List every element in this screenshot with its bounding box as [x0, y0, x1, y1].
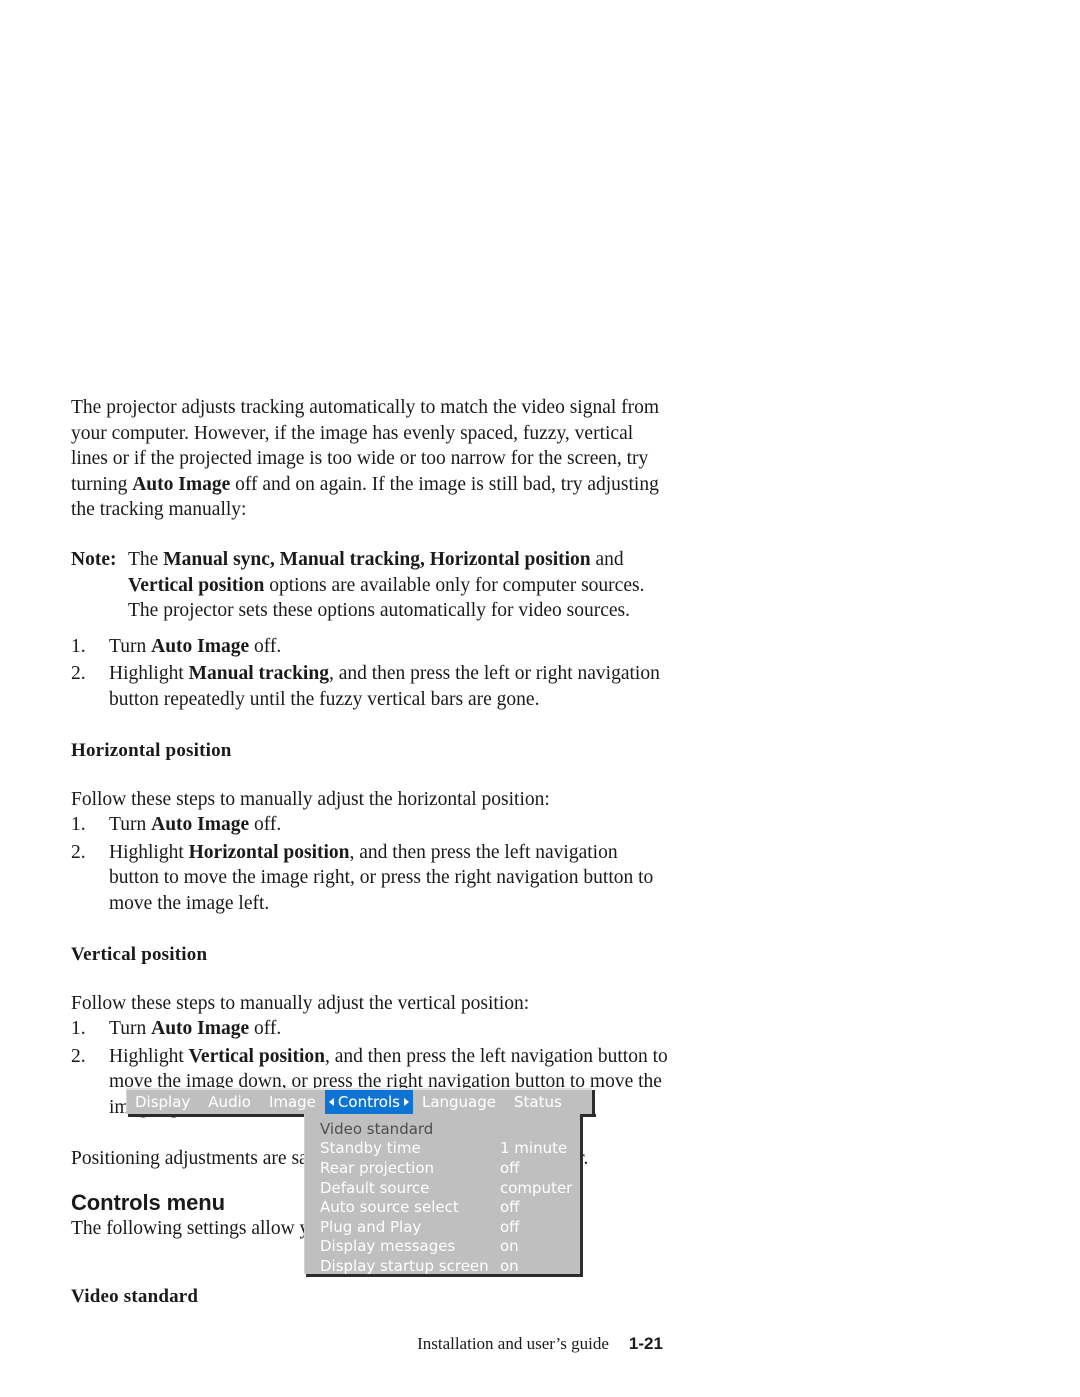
list-item: 1. Turn Auto Image off. [71, 812, 671, 838]
menu-item-label: Auto source select [320, 1198, 459, 1217]
page-number: 1-21 [628, 1334, 663, 1353]
osd-menu-bar: Display Audio Image Controls Language St… [126, 1088, 592, 1114]
step-number: 1. [71, 635, 86, 657]
step-text-post: off. [249, 814, 282, 836]
menu-item-label: Standby time [320, 1139, 421, 1158]
step-text-post: off. [249, 1018, 282, 1040]
panel-shadow-right [580, 1116, 583, 1277]
step-number: 1. [71, 814, 86, 836]
tab-language[interactable]: Language [413, 1090, 505, 1114]
step-text-pre: Highlight [109, 841, 189, 863]
intro-bold-auto-image: Auto Image [132, 473, 231, 495]
step-number: 2. [71, 1045, 86, 1067]
heading-video-standard: Video standard [71, 1286, 199, 1307]
tab-image[interactable]: Image [260, 1090, 325, 1114]
step-text-pre: Turn [109, 1018, 152, 1040]
menu-item-value: computer [500, 1178, 573, 1197]
note-label: Note: [71, 548, 117, 570]
menu-item-video-standard[interactable]: Video standard [305, 1119, 580, 1139]
menu-item-label: Display messages [320, 1237, 456, 1256]
step-number: 1. [71, 1018, 86, 1040]
right-triangle-icon [403, 1098, 409, 1106]
controls-menu-panel: Video standard Standby time 1 minute Rea… [304, 1114, 580, 1276]
horizontal-intro: Follow these steps to manually adjust th… [71, 788, 550, 810]
menu-item-rear-projection[interactable]: Rear projection off [305, 1158, 580, 1178]
step-bold: Auto Image [151, 1018, 250, 1040]
page-footer: Installation and user’s guide 1-21 [0, 1334, 1080, 1354]
horizontal-steps-list: 1. Turn Auto Image off. 2. Highlight Horiz… [71, 812, 671, 916]
tab-display[interactable]: Display [127, 1090, 199, 1114]
menu-item-label: Plug and Play [320, 1217, 422, 1236]
step-number: 2. [71, 663, 86, 685]
note-text-part1: The [128, 548, 164, 570]
menu-bar-shadow-right [592, 1090, 595, 1117]
menu-item-display-messages[interactable]: Display messages on [305, 1237, 580, 1257]
step-text-pre: Turn [109, 814, 152, 836]
step-bold: Vertical position [188, 1045, 325, 1067]
list-item: 2. Highlight Horizontal position, and the… [71, 840, 671, 917]
step-text-pre: Highlight [109, 663, 189, 685]
menu-item-value: off [500, 1217, 520, 1236]
menu-item-value: off [500, 1158, 520, 1177]
menu-item-label: Video standard [320, 1119, 434, 1138]
menu-item-auto-source-select[interactable]: Auto source select off [305, 1197, 580, 1217]
heading-horizontal-position: Horizontal position [71, 739, 232, 761]
step-text-pre: Highlight [109, 1045, 189, 1067]
note-block: Note: The Manual sync, Manual tracking, H… [71, 547, 671, 624]
note-text-part2: and [590, 548, 624, 570]
heading-vertical-position: Vertical position [71, 943, 208, 965]
tab-controls[interactable]: Controls [324, 1090, 413, 1114]
tab-controls-label: Controls [337, 1093, 400, 1111]
step-bold: Auto Image [151, 814, 250, 836]
menu-item-standby-time[interactable]: Standby time 1 minute [305, 1139, 580, 1159]
menu-item-label: Display startup screen [320, 1256, 489, 1275]
step-text-post: off. [249, 635, 282, 657]
intro-paragraph: The projector adjusts tracking automatic… [71, 395, 671, 523]
step-number: 2. [71, 841, 86, 863]
menu-item-label: Default source [320, 1178, 430, 1197]
tracking-steps-list: 1. Turn Auto Image off. 2. Highlight Manua… [71, 634, 671, 713]
step-bold: Manual tracking [188, 663, 329, 685]
menu-item-value: 1 minute [500, 1139, 568, 1158]
menu-item-value: on [500, 1237, 519, 1256]
document-page: The projector adjusts tracking automatic… [0, 0, 1080, 1397]
step-text-pre: Turn [109, 635, 152, 657]
note-bold-options-1: Manual sync, Manual tracking, Horizontal… [163, 548, 591, 570]
step-bold: Auto Image [151, 635, 250, 657]
vertical-intro: Follow these steps to manually adjust th… [71, 992, 530, 1014]
list-item: 1. Turn Auto Image off. [71, 634, 671, 660]
projector-osd-screenshot: Display Audio Image Controls Language St… [126, 1088, 596, 1278]
tab-status[interactable]: Status [505, 1090, 571, 1114]
list-item: 2. Highlight Manual tracking, and then pr… [71, 661, 671, 712]
step-bold: Horizontal position [188, 841, 350, 863]
menu-item-display-startup-screen[interactable]: Display startup screen on [305, 1256, 580, 1276]
menu-item-plug-and-play[interactable]: Plug and Play off [305, 1217, 580, 1237]
list-item: 1. Turn Auto Image off. [71, 1016, 671, 1042]
menu-item-value: on [500, 1256, 519, 1275]
footer-guide-title: Installation and user’s guide [417, 1334, 609, 1353]
menu-item-default-source[interactable]: Default source computer [305, 1178, 580, 1198]
menu-item-value: off [500, 1198, 520, 1217]
note-bold-options-2: Vertical position [128, 574, 265, 596]
menu-item-label: Rear projection [320, 1158, 435, 1177]
left-triangle-icon [328, 1098, 334, 1106]
tab-audio[interactable]: Audio [199, 1090, 260, 1114]
